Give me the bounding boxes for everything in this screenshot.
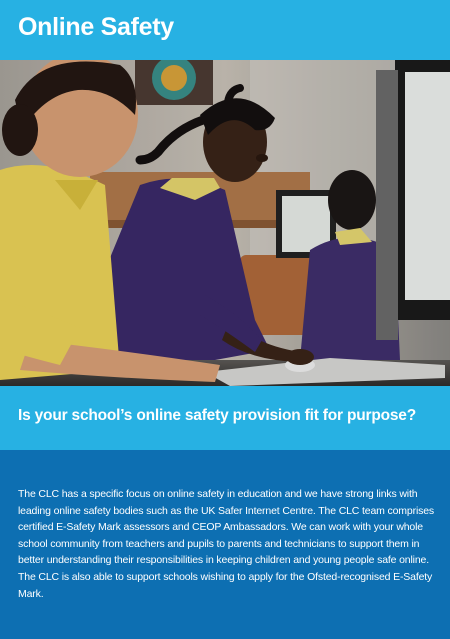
- question-band: Is your school’s online safety provision…: [0, 386, 450, 450]
- header-band: Online Safety: [0, 0, 450, 60]
- brochure-page: Online Safety Is your school’s online sa…: [0, 0, 450, 639]
- page-title: Online Safety: [18, 13, 174, 41]
- section-question: Is your school’s online safety provision…: [18, 407, 416, 424]
- body-band: The CLC has a specific focus on online s…: [0, 450, 450, 639]
- body-paragraph: The CLC has a specific focus on online s…: [18, 488, 435, 600]
- classroom-photo: [0, 60, 450, 386]
